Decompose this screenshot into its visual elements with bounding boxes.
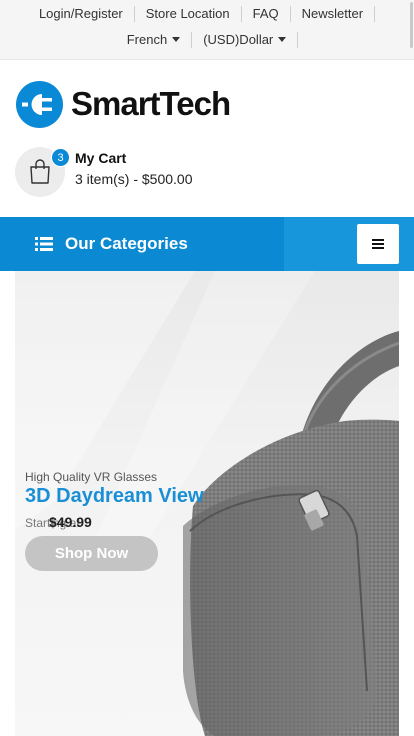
plug-icon xyxy=(16,80,63,128)
store-location-link[interactable]: Store Location xyxy=(135,6,242,22)
banner-price: $49.99 xyxy=(49,514,92,530)
category-bar: Our Categories xyxy=(0,217,414,271)
shopping-bag-icon xyxy=(30,159,50,184)
list-icon xyxy=(35,237,53,251)
cart-count-badge: 3 xyxy=(51,148,70,167)
shop-now-button[interactable]: Shop Now xyxy=(25,536,158,571)
cart-summary: 3 item(s) - $500.00 xyxy=(75,171,193,187)
main-menu-button[interactable] xyxy=(357,224,399,264)
top-selectors: French (USD)Dollar xyxy=(0,31,414,49)
mini-cart[interactable]: 3 My Cart 3 item(s) - $500.00 xyxy=(15,147,193,197)
cart-button[interactable]: 3 xyxy=(15,147,70,197)
chevron-down-icon xyxy=(172,37,181,43)
cart-info: My Cart 3 item(s) - $500.00 xyxy=(75,147,193,188)
banner-subtitle: High Quality VR Glasses xyxy=(25,470,158,484)
hamburger-icon xyxy=(372,239,384,249)
categories-label: Our Categories xyxy=(65,234,188,253)
login-register-link[interactable]: Login/Register xyxy=(39,6,135,22)
hero-banner[interactable]: High Quality VR Glasses 3D Daydream View… xyxy=(15,271,399,736)
chevron-down-icon xyxy=(278,37,287,43)
faq-link[interactable]: FAQ xyxy=(242,6,291,22)
language-dropdown[interactable]: French xyxy=(116,32,193,48)
banner-title: 3D Daydream View xyxy=(25,485,204,507)
newsletter-link[interactable]: Newsletter xyxy=(291,6,376,22)
logo-text: SmartTech xyxy=(71,85,231,122)
site-logo[interactable]: SmartTech xyxy=(16,80,231,128)
currency-value: (USD)Dollar xyxy=(203,32,274,47)
cart-title: My Cart xyxy=(75,150,127,166)
currency-dropdown[interactable]: (USD)Dollar xyxy=(192,32,299,48)
scrollbar-thumb[interactable] xyxy=(410,2,413,48)
categories-toggle[interactable]: Our Categories xyxy=(0,217,284,271)
language-value: French xyxy=(126,32,168,47)
top-links: Login/Register Store Location FAQ Newsle… xyxy=(0,5,414,23)
top-bar: Login/Register Store Location FAQ Newsle… xyxy=(0,0,414,60)
